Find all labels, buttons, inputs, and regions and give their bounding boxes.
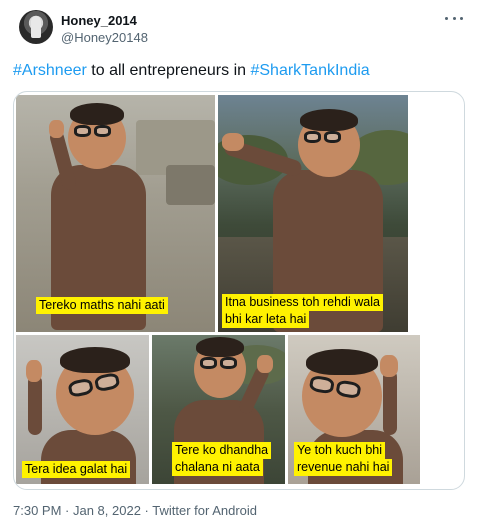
tweet-text-middle: to all entrepreneurs in — [86, 62, 251, 79]
meme-panel-3: Tera idea galat hai — [16, 335, 149, 484]
tweet-source[interactable]: Twitter for Android — [152, 503, 257, 518]
tweet-media[interactable]: Tereko maths nahi aati Itna business toh… — [13, 91, 465, 490]
meme-caption-1: Tereko maths nahi aati — [36, 297, 168, 314]
tweet-header: Honey_2014 @Honey20148 — [13, 8, 469, 48]
avatar[interactable] — [19, 10, 53, 44]
meme-panel-1: Tereko maths nahi aati — [16, 95, 215, 332]
footer-separator: · — [61, 503, 73, 518]
child-hair — [196, 337, 244, 357]
child-hair — [70, 103, 124, 125]
avatar-figure — [31, 16, 41, 38]
meme-caption-3: Tera idea galat hai — [22, 461, 131, 478]
rock — [166, 165, 215, 205]
meme-caption-2-line-1: Itna business toh rehdi wala — [222, 294, 383, 311]
meme-caption-4-line-1: Tere ko dhandha — [172, 442, 272, 459]
meme-caption-4-line-2: chalana ni aata — [172, 459, 263, 476]
meme-panel-2: Itna business toh rehdi wala bhi kar let… — [218, 95, 408, 332]
glasses — [200, 357, 237, 369]
child-hand — [380, 355, 398, 377]
tweet-text: #Arshneer to all entrepreneurs in #Shark… — [13, 60, 469, 82]
more-dot — [452, 16, 456, 20]
meme-panel-4: Tere ko dhandha chalana ni aata — [152, 335, 285, 484]
child-hair — [60, 347, 130, 373]
hashtag-sharktankindia[interactable]: #SharkTankIndia — [250, 62, 369, 79]
tweet-date[interactable]: Jan 8, 2022 — [73, 503, 141, 518]
child-hand — [257, 355, 273, 373]
tweet[interactable]: Honey_2014 @Honey20148 #Arshneer to all … — [0, 0, 479, 521]
child-hand — [26, 360, 42, 382]
meme-caption-2-line-2: bhi kar leta hai — [222, 311, 310, 328]
more-dot — [445, 16, 448, 20]
meme-caption-5-line-1: Ye toh kuch bhi — [294, 442, 386, 459]
tweet-time[interactable]: 7:30 PM — [13, 503, 61, 518]
meme-panel-5: Ye toh kuch bhi revenue nahi hai — [288, 335, 420, 484]
glasses — [74, 125, 111, 137]
more-options-icon[interactable] — [445, 10, 463, 26]
child-arm — [28, 375, 42, 435]
child-hand — [49, 120, 64, 138]
meme-image: Tereko maths nahi aati Itna business toh… — [16, 95, 420, 484]
child-arm — [383, 370, 397, 435]
glasses — [304, 131, 341, 143]
display-name[interactable]: Honey_2014 — [61, 13, 137, 28]
tweet-footer: 7:30 PM · Jan 8, 2022 · Twitter for Andr… — [13, 503, 257, 518]
more-dot — [460, 16, 463, 20]
user-handle[interactable]: @Honey20148 — [61, 30, 148, 45]
hashtag-arshneer[interactable]: #Arshneer — [13, 62, 87, 79]
footer-separator: · — [140, 503, 153, 518]
child-hair — [306, 349, 378, 375]
child-hand — [222, 133, 244, 151]
child-hair — [300, 109, 358, 131]
meme-caption-5-line-2: revenue nahi hai — [294, 459, 393, 476]
